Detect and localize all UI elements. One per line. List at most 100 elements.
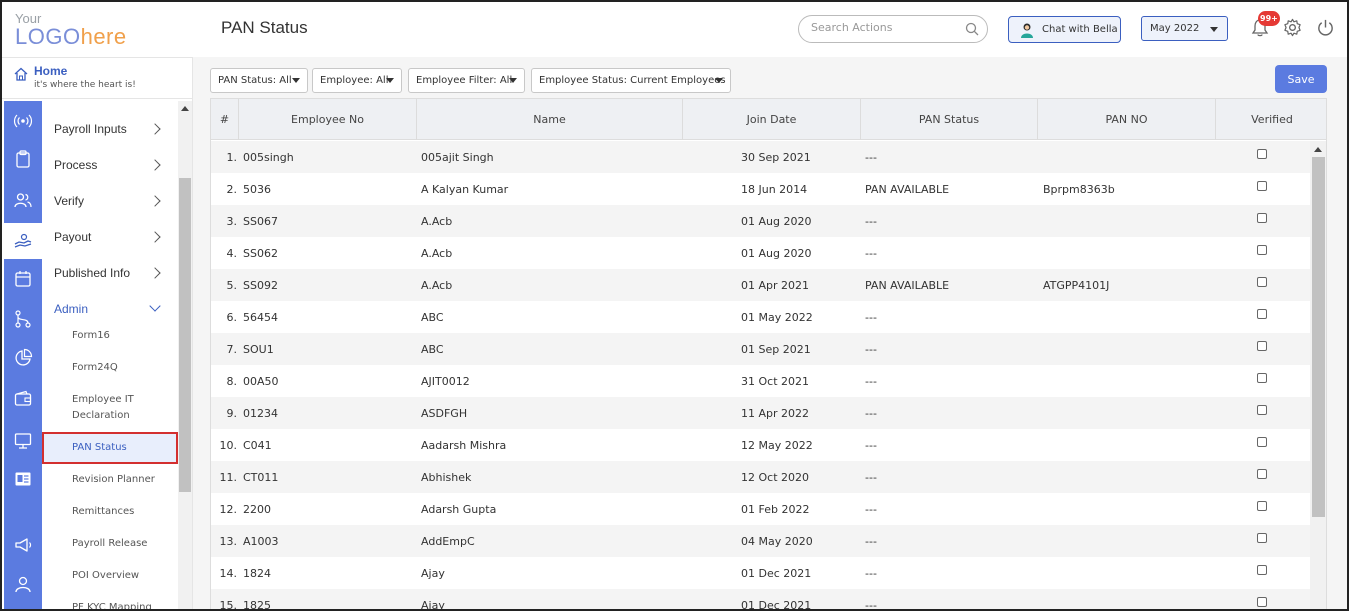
verified-checkbox[interactable] xyxy=(1257,501,1267,511)
cell-pan-no: Bprpm8363b xyxy=(1043,183,1115,196)
sub-item-revision-planner[interactable]: Revision Planner xyxy=(72,472,172,488)
sub-item-form24q[interactable]: Form24Q xyxy=(72,360,172,376)
pie-chart-icon[interactable] xyxy=(13,348,33,368)
col-header-name[interactable]: Name xyxy=(417,99,683,140)
cell-employee-no: 56454 xyxy=(243,311,278,324)
employee-status-filter[interactable]: Employee Status: Current Employees xyxy=(531,68,731,93)
home-link[interactable]: Home it's where the heart is! xyxy=(14,64,189,94)
cell-index: 1. xyxy=(226,151,238,164)
table-row[interactable]: 8. 00A50 AJIT0012 31 Oct 2021 --- xyxy=(211,365,1311,397)
monitor-icon[interactable] xyxy=(13,431,33,451)
payout-hand-icon[interactable] xyxy=(13,231,33,251)
cell-name: Ajay xyxy=(421,599,445,611)
verified-checkbox[interactable] xyxy=(1257,565,1267,575)
table-row[interactable]: 7. SOU1 ABC 01 Sep 2021 --- xyxy=(211,333,1311,365)
table-scroll-thumb[interactable] xyxy=(1312,157,1325,517)
sub-item-employee-it-declaration[interactable]: Employee IT Declaration xyxy=(72,392,172,424)
gear-icon[interactable] xyxy=(1283,18,1302,37)
table-row[interactable]: 1. 005singh 005ajit Singh 30 Sep 2021 --- xyxy=(211,141,1311,173)
col-header-pan-status[interactable]: PAN Status xyxy=(861,99,1038,140)
chevron-right-icon xyxy=(149,231,161,243)
employee-filter-type-label: Employee Filter: All xyxy=(416,75,513,86)
col-header-verified[interactable]: Verified xyxy=(1216,99,1326,140)
sidebar-scroll-thumb[interactable] xyxy=(179,178,191,492)
month-value: May 2022 xyxy=(1150,23,1200,34)
verified-checkbox[interactable] xyxy=(1257,437,1267,447)
verified-checkbox[interactable] xyxy=(1257,149,1267,159)
verified-checkbox[interactable] xyxy=(1257,181,1267,191)
table-row[interactable]: 15. 1825 Ajay 01 Dec 2021 --- xyxy=(211,589,1311,611)
verified-checkbox[interactable] xyxy=(1257,597,1267,607)
id-card-icon[interactable] xyxy=(13,469,33,489)
cell-pan-status: --- xyxy=(865,567,877,580)
verified-checkbox[interactable] xyxy=(1257,373,1267,383)
table-row[interactable]: 14. 1824 Ajay 01 Dec 2021 --- xyxy=(211,557,1311,589)
clipboard-icon[interactable] xyxy=(13,149,33,169)
verified-checkbox[interactable] xyxy=(1257,213,1267,223)
month-selector[interactable]: May 2022 xyxy=(1141,16,1228,41)
user-icon[interactable] xyxy=(13,574,33,594)
search-icon[interactable] xyxy=(965,22,979,36)
sub-item-pan-status[interactable]: PAN Status xyxy=(72,440,172,456)
menu-item-verify[interactable]: Verify xyxy=(54,194,84,208)
save-button[interactable]: Save xyxy=(1275,65,1327,93)
chevron-down-icon xyxy=(149,300,161,312)
table-row[interactable]: 6. 56454 ABC 01 May 2022 --- xyxy=(211,301,1311,333)
cell-name: Abhishek xyxy=(421,471,472,484)
menu-item-payout[interactable]: Payout xyxy=(54,230,91,244)
employee-filter-type-dropdown[interactable]: Employee Filter: All xyxy=(408,68,525,93)
table-row[interactable]: 11. CT011 Abhishek 12 Oct 2020 --- xyxy=(211,461,1311,493)
table-row[interactable]: 12. 2200 Adarsh Gupta 01 Feb 2022 --- xyxy=(211,493,1311,525)
sub-item-pf-kyc-mapping[interactable]: PF KYC Mapping xyxy=(72,600,172,609)
table-row[interactable]: 13. A1003 AddEmpC 04 May 2020 --- xyxy=(211,525,1311,557)
verified-checkbox[interactable] xyxy=(1257,341,1267,351)
megaphone-icon[interactable] xyxy=(13,535,33,555)
page-title: PAN Status xyxy=(221,18,308,37)
sub-item-form16[interactable]: Form16 xyxy=(72,328,172,344)
cell-pan-status: --- xyxy=(865,503,877,516)
cell-join-date: 01 Dec 2021 xyxy=(741,599,812,611)
search-box[interactable] xyxy=(798,15,988,43)
menu-item-admin[interactable]: Admin xyxy=(54,302,88,316)
chat-with-bella-button[interactable]: Chat with Bella xyxy=(1008,16,1121,43)
table-row[interactable]: 10. C041 Aadarsh Mishra 12 May 2022 --- xyxy=(211,429,1311,461)
cell-index: 3. xyxy=(226,215,238,228)
calendar-icon[interactable] xyxy=(13,269,33,289)
git-branch-icon[interactable] xyxy=(13,309,33,329)
verified-checkbox[interactable] xyxy=(1257,533,1267,543)
cell-join-date: 01 Feb 2022 xyxy=(741,503,810,516)
table-row[interactable]: 4. SS062 A.Acb 01 Aug 2020 --- xyxy=(211,237,1311,269)
verified-checkbox[interactable] xyxy=(1257,245,1267,255)
scroll-up-arrow-icon[interactable] xyxy=(1314,147,1322,152)
cell-employee-no: 1825 xyxy=(243,599,271,611)
table-row[interactable]: 9. 01234 ASDFGH 11 Apr 2022 --- xyxy=(211,397,1311,429)
cell-name: 005ajit Singh xyxy=(421,151,494,164)
table-row[interactable]: 5. SS092 A.Acb 01 Apr 2021 PAN AVAILABLE ATGP… xyxy=(211,269,1311,301)
menu-item-payroll-inputs[interactable]: Payroll Inputs xyxy=(54,122,127,136)
verified-checkbox[interactable] xyxy=(1257,469,1267,479)
menu-item-published-info[interactable]: Published Info xyxy=(54,266,130,280)
verified-checkbox[interactable] xyxy=(1257,309,1267,319)
cell-index: 8. xyxy=(226,375,238,388)
col-header-pan-no[interactable]: PAN NO xyxy=(1038,99,1216,140)
broadcast-icon[interactable] xyxy=(13,111,33,131)
employee-filter-dropdown[interactable]: Employee: All xyxy=(312,68,402,93)
search-input[interactable] xyxy=(811,21,961,34)
verified-checkbox[interactable] xyxy=(1257,405,1267,415)
cell-pan-status: --- xyxy=(865,343,877,356)
scroll-up-arrow-icon[interactable] xyxy=(181,106,189,111)
table-row[interactable]: 3. SS067 A.Acb 01 Aug 2020 --- xyxy=(211,205,1311,237)
users-icon[interactable] xyxy=(13,190,33,210)
sub-item-poi-overview[interactable]: POI Overview xyxy=(72,568,172,584)
verified-checkbox[interactable] xyxy=(1257,277,1267,287)
col-header-index[interactable]: # xyxy=(211,99,239,140)
wallet-icon[interactable] xyxy=(13,389,33,409)
power-icon[interactable] xyxy=(1316,18,1335,37)
sub-item-remittances[interactable]: Remittances xyxy=(72,504,172,520)
col-header-join-date[interactable]: Join Date xyxy=(683,99,861,140)
pan-status-filter[interactable]: PAN Status: All xyxy=(210,68,308,93)
sub-item-payroll-release[interactable]: Payroll Release xyxy=(72,536,172,552)
table-row[interactable]: 2. 5036 A Kalyan Kumar 18 Jun 2014 PAN AVAIL… xyxy=(211,173,1311,205)
menu-item-process[interactable]: Process xyxy=(54,158,97,172)
col-header-employee-no[interactable]: Employee No xyxy=(239,99,417,140)
